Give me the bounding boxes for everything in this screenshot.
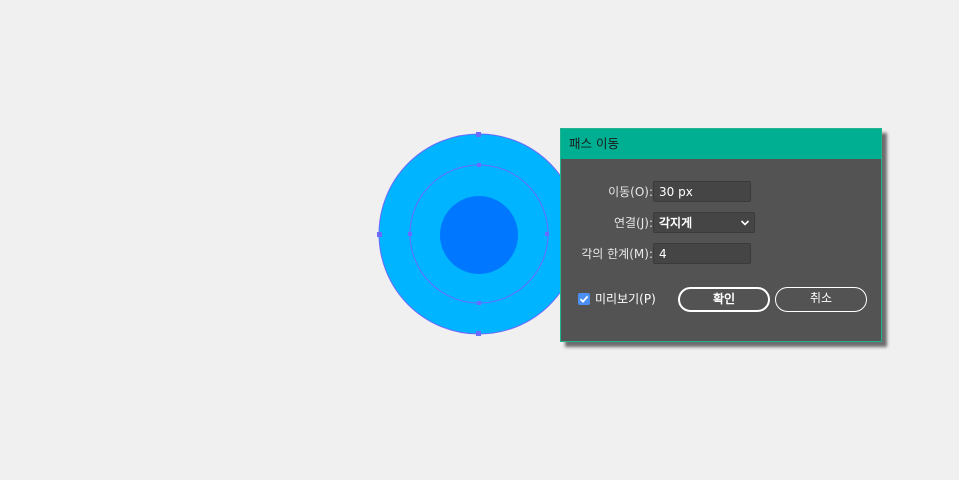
preview-label[interactable]: 미리보기(P)	[595, 289, 656, 309]
miter-limit-label: 각의 한계(M):	[581, 247, 653, 261]
offset-input[interactable]: 30 px	[653, 181, 751, 202]
offset-row: 이동(O):	[561, 181, 653, 203]
offset-label: 이동(O):	[608, 185, 653, 199]
anchor-point-inner-bottom[interactable]	[477, 301, 481, 305]
anchor-point-outer-left[interactable]	[377, 232, 382, 237]
offset-path-dialog: 패스 이동 이동(O): 30 px 연결(J): 각지게 각의 한계(M): …	[560, 128, 882, 342]
dialog-title[interactable]: 패스 이동	[561, 129, 881, 159]
joins-row: 연결(J):	[561, 212, 653, 234]
anchor-point-inner-right[interactable]	[545, 232, 549, 236]
miter-limit-input[interactable]: 4	[653, 243, 751, 264]
miter-limit-row: 각의 한계(M):	[561, 243, 653, 265]
check-icon	[579, 295, 589, 303]
joins-label: 연결(J):	[613, 216, 653, 230]
preview-checkbox[interactable]	[578, 293, 590, 305]
chevron-down-icon	[740, 220, 750, 226]
joins-select[interactable]: 각지게	[653, 212, 755, 233]
anchor-point-inner-top[interactable]	[477, 163, 481, 167]
anchor-point-outer-top[interactable]	[476, 132, 481, 137]
anchor-point-outer-bottom[interactable]	[476, 331, 481, 336]
anchor-point-inner-left[interactable]	[408, 232, 412, 236]
joins-selected-value: 각지게	[659, 216, 693, 230]
ok-button[interactable]: 확인	[678, 287, 770, 312]
inner-circle[interactable]	[440, 196, 518, 274]
cancel-button[interactable]: 취소	[775, 287, 867, 312]
